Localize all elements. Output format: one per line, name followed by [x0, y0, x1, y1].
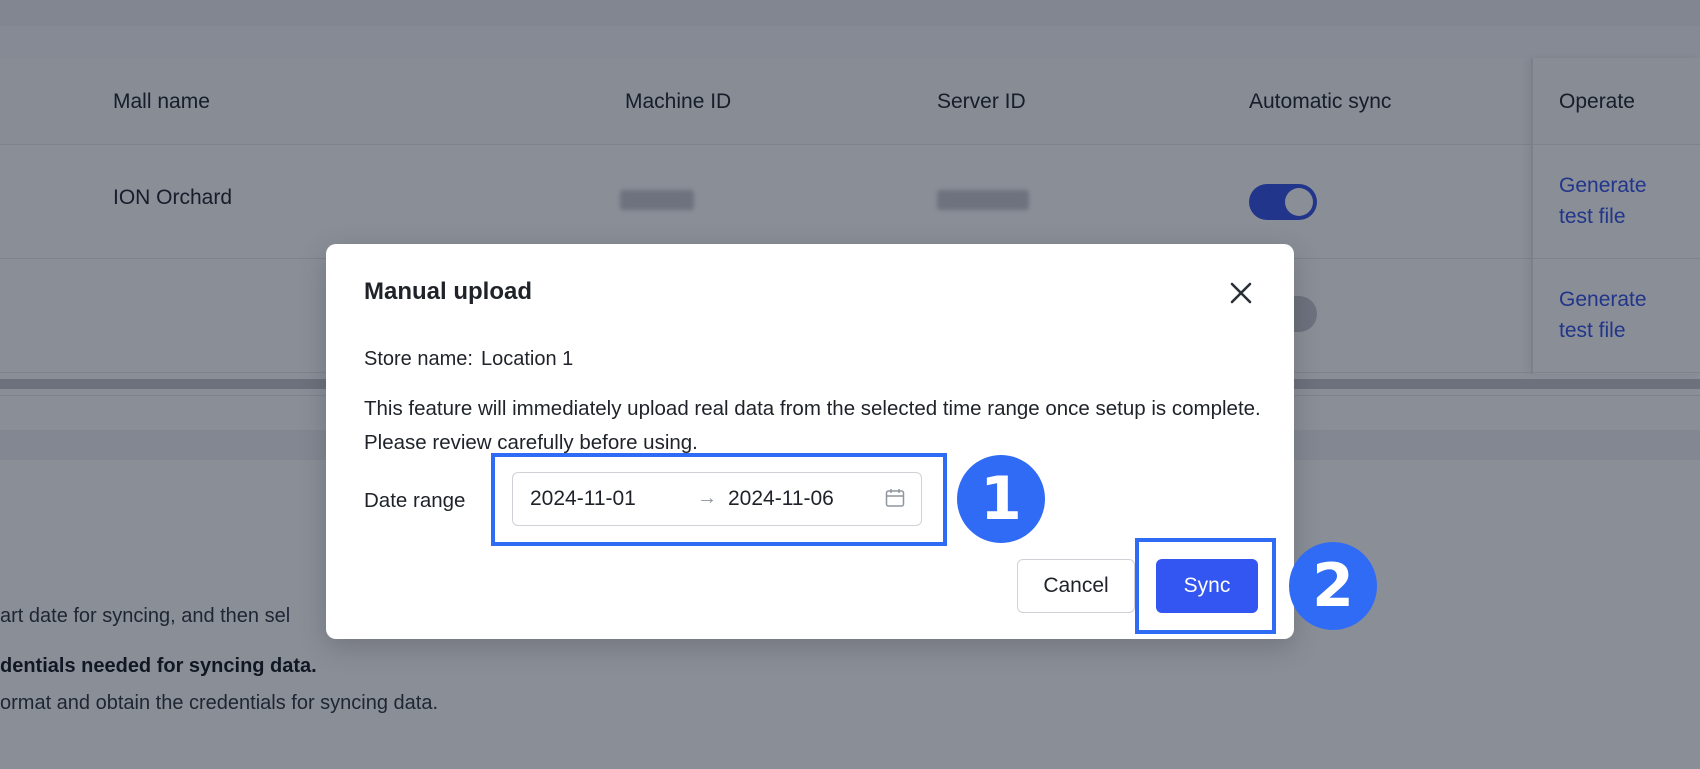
sync-button-highlight: [1135, 538, 1276, 634]
date-range-highlight: [491, 453, 947, 546]
cancel-button[interactable]: Cancel: [1017, 559, 1135, 613]
dialog-title: Manual upload: [364, 278, 532, 305]
store-name-value: Location 1: [480, 348, 574, 370]
store-name-row: Store name: Location 1: [364, 348, 573, 371]
store-name-label: Store name:: [364, 348, 473, 370]
step-1-badge: 1: [957, 455, 1045, 543]
dialog-description: This feature will immediately upload rea…: [364, 397, 1261, 454]
step-2-badge: 2: [1289, 542, 1377, 630]
date-range-label: Date range: [364, 489, 466, 512]
close-icon[interactable]: [1224, 276, 1258, 310]
